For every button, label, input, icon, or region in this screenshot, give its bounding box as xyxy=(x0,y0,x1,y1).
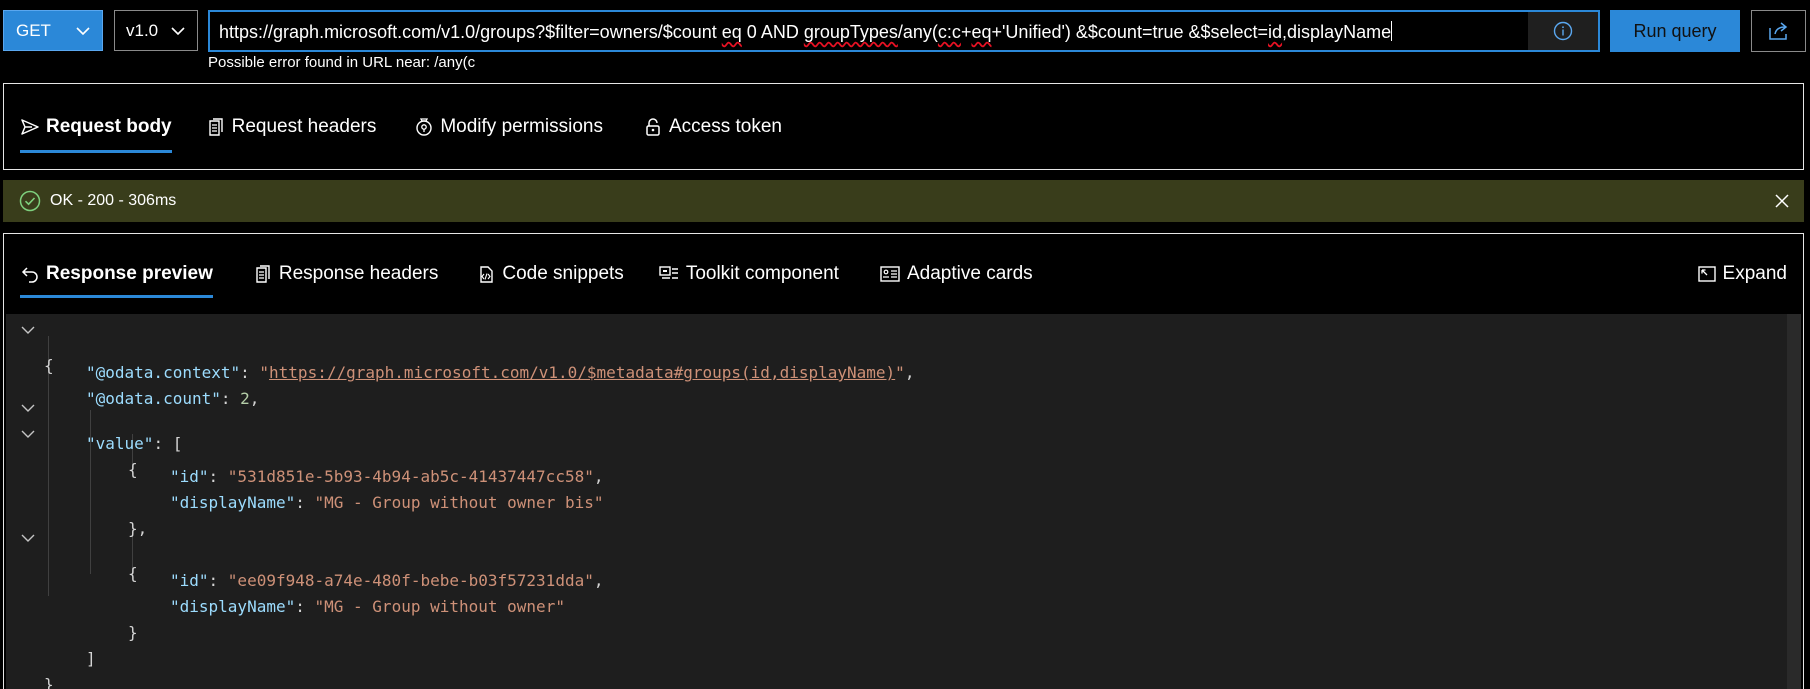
response-status-bar: OK - 200 - 306ms xyxy=(3,180,1804,222)
json-line: "id": "ee09f948-a74e-480f-bebe-b03f57231… xyxy=(170,571,604,590)
json-line: }, xyxy=(128,519,148,538)
expand-icon xyxy=(1697,266,1716,282)
document-headers-icon xyxy=(256,265,270,283)
url-error-message: Possible error found in URL near: /any(c xyxy=(208,54,476,71)
json-line: "displayName": "MG - Group without owner… xyxy=(170,597,565,616)
json-line: { xyxy=(6,422,1801,479)
chevron-down-icon[interactable] xyxy=(20,426,36,442)
tab-toolkit-component[interactable]: Toolkit component xyxy=(658,234,839,314)
info-icon xyxy=(1553,21,1573,41)
http-method-value: GET xyxy=(16,20,51,40)
query-url-input[interactable]: https://graph.microsoft.com/v1.0/groups?… xyxy=(208,10,1600,52)
json-line: "@odata.context": "https://graph.microso… xyxy=(86,363,915,382)
tab-response-headers[interactable]: Response headers xyxy=(253,234,438,314)
tab-request-headers[interactable]: Request headers xyxy=(206,84,376,169)
api-version-dropdown[interactable]: v1.0 xyxy=(114,10,198,51)
json-line: ] xyxy=(86,649,96,668)
chevron-down-icon[interactable] xyxy=(20,400,36,416)
chevron-down-icon xyxy=(171,27,185,36)
response-tabs: Response preview Response headers Code s… xyxy=(4,234,1803,314)
tab-adaptive-cards[interactable]: Adaptive cards xyxy=(879,234,1033,314)
query-url-text[interactable]: https://graph.microsoft.com/v1.0/groups?… xyxy=(219,21,1393,43)
expand-button[interactable]: Expand xyxy=(1697,234,1787,314)
tab-request-body[interactable]: Request body xyxy=(20,84,172,169)
send-icon xyxy=(21,118,39,135)
json-line: } xyxy=(44,675,54,689)
json-line: } xyxy=(128,623,138,642)
text-caret xyxy=(1391,21,1393,41)
share-query-button[interactable] xyxy=(1751,10,1806,52)
code-snippet-icon xyxy=(480,266,494,283)
active-tab-indicator xyxy=(20,295,213,298)
lock-icon xyxy=(646,117,660,136)
query-info-button[interactable] xyxy=(1528,12,1598,50)
chevron-down-icon[interactable] xyxy=(20,530,36,546)
success-check-icon xyxy=(19,190,41,212)
request-tabs: Request body Request headers Modify perm… xyxy=(4,84,782,169)
json-line: "displayName": "MG - Group without owner… xyxy=(170,493,604,512)
chevron-down-icon xyxy=(76,27,90,36)
http-method-dropdown[interactable]: GET xyxy=(3,10,103,51)
api-version-value: v1.0 xyxy=(126,20,159,40)
document-headers-icon xyxy=(208,117,223,136)
toolkit-component-icon xyxy=(659,266,678,279)
undo-arrow-icon xyxy=(21,267,38,283)
adaptive-card-icon xyxy=(880,266,900,282)
run-query-button[interactable]: Run query xyxy=(1610,10,1740,52)
close-icon[interactable] xyxy=(1772,191,1792,211)
json-line: "@odata.count": 2, xyxy=(86,389,260,408)
response-json-viewer[interactable]: { "@odata.context": "https://graph.micro… xyxy=(6,314,1801,689)
json-line: "value": [ xyxy=(6,396,1801,453)
share-icon xyxy=(1768,22,1787,40)
tab-code-snippets[interactable]: Code snippets xyxy=(476,234,624,314)
tab-access-token[interactable]: Access token xyxy=(643,84,782,169)
tab-response-preview[interactable]: Response preview xyxy=(20,234,213,314)
response-panel: Response preview Response headers Code s… xyxy=(3,233,1804,689)
permissions-icon xyxy=(416,117,433,136)
json-line: { xyxy=(6,526,1801,583)
query-bar: GET v1.0 https://graph.microsoft.com/v1.… xyxy=(0,0,1810,71)
request-panel: Request body Request headers Modify perm… xyxy=(3,83,1804,170)
json-line: { xyxy=(6,318,1801,375)
tab-modify-permissions[interactable]: Modify permissions xyxy=(414,84,603,169)
vertical-scrollbar[interactable] xyxy=(1787,314,1801,689)
status-text: OK - 200 - 306ms xyxy=(50,192,177,209)
chevron-down-icon[interactable] xyxy=(20,322,36,338)
json-line: "id": "531d851e-5b93-4b94-ab5c-41437447c… xyxy=(170,467,604,486)
active-tab-indicator xyxy=(20,150,172,153)
